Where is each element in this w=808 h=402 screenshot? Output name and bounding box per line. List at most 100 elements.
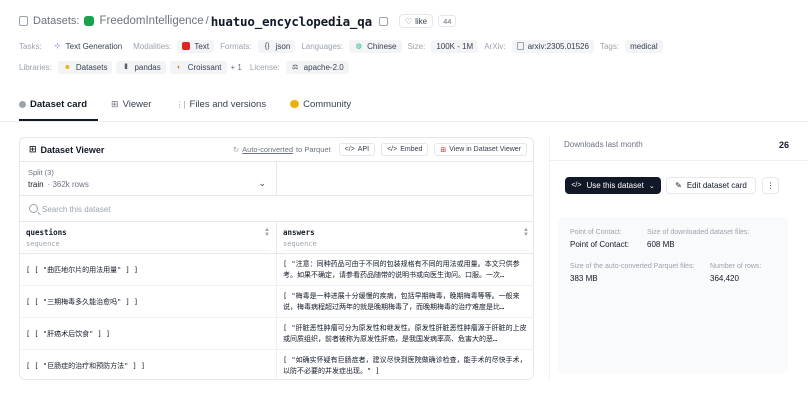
refresh-icon: ↻	[232, 145, 240, 154]
size-label: Size:	[407, 41, 426, 51]
language-value: Chinese	[367, 41, 397, 51]
column-type: sequence	[26, 240, 60, 248]
chevron-down-icon: ⌄	[258, 178, 266, 188]
tag-chip[interactable]: medical	[625, 39, 663, 53]
lib-pandas-chip[interactable]: ǁ pandas	[116, 60, 166, 74]
rows-label: Number of rows:	[710, 263, 762, 270]
org-avatar-icon	[84, 16, 95, 26]
arxiv-chip[interactable]: arxiv:2305.01526	[511, 39, 594, 53]
libraries-row: Libraries: ☻ Datasets ǁ pandas ◐ Croissa…	[19, 60, 349, 74]
hf-datasets-icon: ☻	[63, 63, 72, 71]
cell-answer-text: [ "肝脏恶性肿瘤可分为原发性和继发性。原发性肝脏恶性肿瘤源于肝脏的上皮或间质组…	[283, 324, 527, 343]
edit-dataset-card-button[interactable]: ✎ Edit dataset card	[666, 177, 756, 194]
downloads-value: 26	[779, 140, 790, 150]
cell-question: [ [ "三期梅毒多久能治愈吗" ] ]	[20, 286, 277, 318]
copy-icon[interactable]	[378, 16, 388, 26]
metadata-tags-row: Tasks: ⊹ Text Generation Modalities: Tex…	[19, 39, 663, 53]
viewer-title-text: Dataset Viewer	[40, 144, 105, 155]
api-label: API	[357, 146, 370, 153]
cell-answer: [ "梅毒是一种进展十分缓慢的疾病，包括早期梅毒，晚期梅毒等等。一般来说，梅毒病…	[277, 286, 533, 318]
license-label: License:	[249, 62, 280, 72]
side-panel-border	[549, 137, 550, 380]
sort-icon[interactable]: ▲ ▼	[523, 227, 529, 238]
view-in-viewer-label: View in Dataset Viewer	[449, 146, 521, 153]
downloads-divider	[549, 160, 808, 161]
downloads-label: Downloads last month	[564, 140, 643, 149]
table-row[interactable]: [ [ "肝癌术后饮食" ] ] [ "肝脏恶性肿瘤可分为原发性和继发性。原发性…	[20, 318, 533, 350]
viewer-header: ⊞ Dataset Viewer ↻ Auto-converted to Par…	[20, 138, 533, 162]
lib-croissant-chip[interactable]: ◐ Croissant	[169, 60, 227, 74]
files-icon: ⋮|	[175, 99, 186, 109]
column-header-questions[interactable]: questions sequence ▲ ▼	[20, 222, 277, 254]
repo-tabs: Dataset card ⊞ Viewer ⋮| Files and versi…	[19, 95, 351, 113]
api-button[interactable]: </> API	[338, 143, 376, 156]
scale-icon: ⚖	[292, 64, 299, 71]
tab-dataset-card[interactable]: Dataset card	[19, 95, 87, 113]
repo-name[interactable]: huatuo_encyclopedia_qa	[211, 14, 372, 29]
cell-question: [ [ "巨肠症的治疗和预防方法" ] ]	[20, 350, 277, 379]
column-name: answers	[283, 228, 315, 237]
table-red-icon: ⊞	[440, 146, 447, 154]
tasks-label: Tasks:	[19, 41, 42, 51]
tab-community[interactable]: Community	[290, 95, 351, 113]
table-row[interactable]: [ [ "巨肠症的治疗和预防方法" ] ] [ "如确实怀疑有巨肠症者，建议尽快…	[20, 350, 533, 379]
lib-datasets-chip[interactable]: ☻ Datasets	[57, 60, 113, 74]
tab-files[interactable]: ⋮| Files and versions	[175, 95, 266, 113]
org-link[interactable]: FreedomIntelligence	[99, 15, 203, 27]
repo-title: Datasets: FreedomIntelligence / huatuo_e…	[19, 12, 457, 30]
use-this-dataset-label: Use this dataset	[586, 181, 644, 190]
search-input[interactable]	[42, 201, 522, 217]
auto-converted-link[interactable]: Auto-converted	[242, 145, 293, 154]
column-header-answers[interactable]: answers sequence ▲ ▼	[277, 222, 533, 254]
task-chip[interactable]: ⊹ Text Generation	[47, 39, 128, 53]
libraries-label: Libraries:	[19, 62, 52, 72]
split-label: Split (3)	[28, 168, 54, 177]
cell-answer: [ "注意：同种药品可由于不同的包装规格有不同的用法或用量。本文只供参考。如果不…	[277, 254, 533, 286]
viewer-actions: ↻ Auto-converted to Parquet </> API </> …	[233, 143, 527, 156]
cell-question: [ [ "曲匹地尔片的用法用量" ] ]	[20, 254, 277, 286]
sort-icon[interactable]: ▲ ▼	[264, 227, 270, 238]
language-chip[interactable]: ◍ Chinese	[349, 39, 402, 53]
license-chip[interactable]: ⚖ apache-2.0	[285, 60, 349, 74]
chevron-down-icon: ⌄	[648, 182, 655, 190]
format-chip[interactable]: {} json	[257, 39, 296, 53]
tab-viewer[interactable]: ⊞ Viewer	[111, 95, 151, 113]
tab-community-label: Community	[303, 98, 352, 110]
modality-value: Text	[194, 41, 210, 51]
libraries-more[interactable]: + 1	[231, 63, 242, 72]
dataset-card-icon	[19, 100, 26, 108]
viewer-title: ⊞ Dataset Viewer	[29, 144, 104, 155]
modalities-label: Modalities:	[133, 41, 172, 51]
task-value: Text Generation	[65, 41, 123, 51]
size-chip[interactable]: 100K - 1M	[431, 39, 479, 53]
size-downloaded-value: 608 MB	[647, 240, 675, 249]
size-value: 100K - 1M	[436, 41, 474, 51]
embed-label: Embed	[400, 146, 423, 153]
use-this-dataset-button[interactable]: </> Use this dataset ⌄	[565, 177, 661, 194]
column-name: questions	[26, 228, 67, 237]
like-count: 44	[438, 15, 457, 27]
modality-chip[interactable]: Text	[177, 39, 215, 53]
like-button[interactable]: ♡ like	[398, 14, 434, 28]
datasets-prefix[interactable]: Datasets:	[33, 15, 79, 27]
globe-icon: ◍	[355, 43, 362, 50]
table-row[interactable]: [ [ "三期梅毒多久能治愈吗" ] ] [ "梅毒是一种进展十分缓慢的疾病，包…	[20, 286, 533, 318]
size-downloaded-label: Size of downloaded dataset files:	[647, 229, 750, 236]
json-icon: {}	[264, 42, 270, 50]
text-modality-icon	[182, 42, 191, 50]
lib-croissant-value: Croissant	[187, 62, 222, 72]
split-select[interactable]: Split (3) train · 362k rows ⌄	[20, 162, 277, 196]
more-options-button[interactable]: ⋮	[762, 177, 779, 194]
view-in-viewer-button[interactable]: ⊞ View in Dataset Viewer	[434, 143, 527, 156]
paper-icon	[516, 42, 524, 50]
dataset-viewer: ⊞ Dataset Viewer ↻ Auto-converted to Par…	[19, 137, 534, 380]
embed-button[interactable]: </> Embed	[381, 143, 429, 156]
edit-dataset-card-label: Edit dataset card	[686, 181, 747, 190]
table-row[interactable]: [ [ "曲匹地尔片的用法用量" ] ] [ "注意：同种药品可由于不同的包装规…	[20, 254, 533, 286]
languages-label: Languages:	[301, 41, 344, 51]
cell-question: [ [ "肝癌术后饮食" ] ]	[20, 318, 277, 350]
split-name: train	[28, 180, 44, 189]
pencil-icon: ✎	[675, 181, 682, 190]
size-parquet-value: 383 MB	[570, 274, 598, 283]
format-value: json	[275, 41, 291, 51]
